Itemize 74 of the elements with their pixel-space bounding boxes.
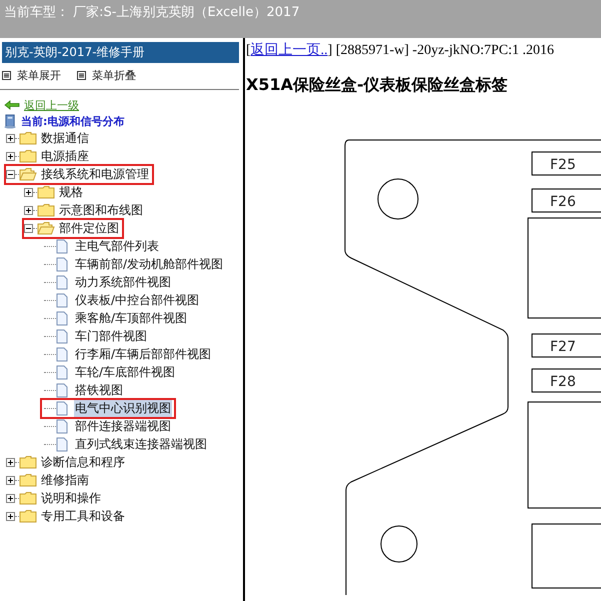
vehicle-title: 当前车型： 厂家:S-上海别克英朗（Excelle）2017 [4, 5, 300, 20]
document-icon [56, 256, 68, 272]
tree-item[interactable]: 示意图和布线图 [58, 202, 144, 218]
tree-item[interactable]: 搭铁视图 [74, 382, 124, 398]
document-icon [56, 292, 68, 308]
tree-item[interactable]: 电气中心识别视图 [74, 400, 172, 416]
expand-icon[interactable] [24, 206, 33, 214]
bracket-text: [ [246, 43, 251, 58]
expand-icon[interactable] [6, 476, 15, 484]
expand-icon[interactable] [24, 188, 33, 196]
collapse-icon[interactable] [24, 224, 33, 232]
fuse-slot: F25 [532, 152, 601, 176]
document-icon [56, 364, 68, 380]
folder-icon [37, 185, 55, 199]
back-link[interactable]: 返回上一级 [24, 98, 79, 112]
folder-icon [19, 509, 37, 523]
fuse-slot: F28 [532, 368, 601, 392]
relay-slot [532, 524, 601, 588]
document-icon [56, 400, 68, 416]
expand-icon[interactable] [6, 134, 15, 142]
document-icon [56, 346, 68, 362]
menu-toggle-link[interactable]: 菜单展开 [2, 68, 61, 83]
manual-title-bar: 别克-英朗-2017-维修手册 [2, 42, 239, 63]
collapse-icon[interactable] [6, 170, 15, 178]
tree-item[interactable]: 数据通信 [40, 130, 90, 146]
document-icon [56, 274, 68, 290]
tree-item[interactable]: 仪表板/中控台部件视图 [74, 292, 200, 308]
page-title: X51A保险丝盒-仪表板保险丝盒标签 [245, 75, 509, 96]
tree-item[interactable]: 规格 [58, 184, 84, 200]
current-section-label: 当前:电源和信号分布 [21, 114, 124, 128]
tree-item[interactable]: 部件连接器端视图 [74, 418, 172, 434]
expand-icon[interactable] [6, 494, 15, 502]
folder-icon [37, 221, 55, 235]
tree-item[interactable]: 部件定位图 [58, 220, 120, 236]
back-page-link[interactable]: 返回上一页.. [250, 43, 328, 58]
tree-item[interactable]: 主电气部件列表 [74, 238, 160, 254]
folder-icon [19, 491, 37, 505]
tree-item[interactable]: 车轮/车底部件视图 [74, 364, 176, 380]
document-icon [56, 436, 68, 452]
folder-icon [19, 455, 37, 469]
tree-item[interactable]: 直列式线束连接器端视图 [74, 436, 208, 452]
tree-item[interactable]: 车辆前部/发动机舱部件视图 [74, 256, 224, 272]
tree-item[interactable]: 行李厢/车辆后部部件视图 [74, 346, 212, 362]
folder-icon [19, 473, 37, 487]
tree-item[interactable]: 接线系统和电源管理 [40, 166, 150, 182]
mounting-hole [378, 178, 418, 220]
document-icon [56, 382, 68, 398]
mounting-hole [380, 526, 418, 562]
expand-icon[interactable] [6, 458, 15, 466]
document-icon [56, 418, 68, 434]
document-icon [56, 328, 68, 344]
menu-toggle-link[interactable]: 菜单折叠 [77, 68, 136, 83]
list-icon [77, 71, 86, 80]
tree-item[interactable]: 乘客舱/车顶部件视图 [74, 310, 188, 326]
tree-item[interactable]: 说明和操作 [40, 490, 102, 506]
folder-icon [19, 149, 37, 163]
folder-icon [19, 167, 37, 181]
document-icon [56, 238, 68, 254]
folder-icon [37, 203, 55, 217]
tree-item[interactable]: 车门部件视图 [74, 328, 148, 344]
tree-item[interactable]: 动力系统部件视图 [74, 274, 172, 290]
fuse-slot: F27 [532, 334, 601, 358]
tree-item[interactable]: 诊断信息和程序 [40, 454, 126, 470]
reference-text: ] [2885971-w] -20yz-jkNO:7PC:1 .2016 [328, 43, 554, 58]
tree-item[interactable]: 维修指南 [40, 472, 90, 488]
expand-icon[interactable] [6, 152, 15, 160]
fuse-slot: F26 [532, 188, 601, 212]
document-icon [56, 310, 68, 326]
back-arrow-icon [4, 100, 20, 110]
computer-icon [4, 114, 17, 128]
tree-item[interactable]: 电源插座 [40, 148, 90, 164]
tree-item[interactable]: 专用工具和设备 [40, 508, 126, 524]
expand-icon[interactable] [6, 512, 15, 520]
folder-icon [19, 131, 37, 145]
